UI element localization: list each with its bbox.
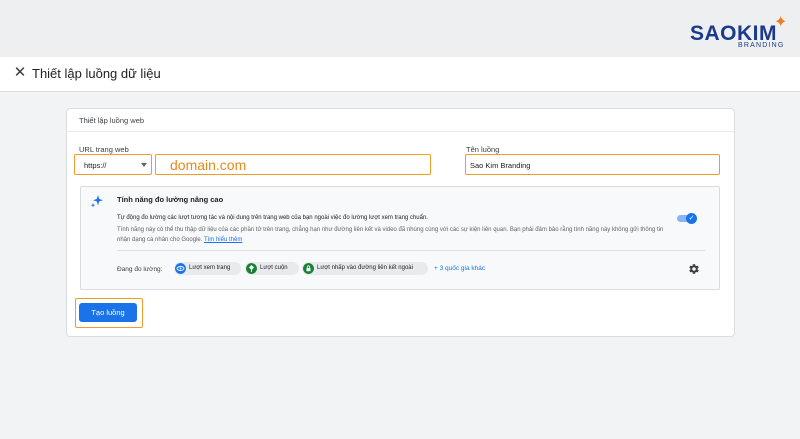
divider [117,250,705,251]
top-band [0,0,800,57]
enhanced-toggle[interactable]: ✓ [677,213,697,224]
page-title: Thiết lập luồng dữ liệu [32,66,161,81]
enhanced-description-text: Tính năng này có thể thu thập dữ liệu củ… [117,227,664,243]
check-icon: ✓ [686,213,697,224]
chip-page-views: Lượt xem trang [174,262,241,275]
close-icon[interactable]: ✕ [12,65,28,81]
lock-icon [303,263,314,274]
protocol-select[interactable]: https:// [74,154,152,175]
create-stream-button[interactable]: Tạo luồng [79,303,137,322]
learn-more-link[interactable]: Tìm hiểu thêm [204,237,242,243]
eye-icon [175,263,186,274]
domain-value: domain.com [170,157,247,173]
chip-scrolls: Lượt cuộn [245,262,299,275]
card-header: Thiết lập luồng web [67,109,734,132]
measuring-label: Đang đo lường: [117,266,163,273]
stream-name-label: Tên luồng [466,145,500,154]
stream-name-value: Sao Kim Branding [470,161,531,170]
chevron-down-icon [141,163,147,167]
sparkle-icon [90,195,103,208]
scroll-icon [246,263,257,274]
more-link[interactable]: + 3 quốc gia khác [434,265,485,272]
chip-label: Lượt cuộn [260,265,288,271]
stream-name-input[interactable]: Sao Kim Branding [465,154,720,175]
chip-label: Lượt nhấp vào đường liên kết ngoài [317,265,413,271]
gear-icon[interactable] [688,263,700,275]
saokim-logo: SAOKIM BRANDING ✦ [690,14,790,52]
domain-input[interactable]: domain.com [155,154,431,175]
card-title: Thiết lập luồng web [79,116,145,125]
url-label: URL trang web [79,145,129,154]
logo-sub-text: BRANDING [738,42,785,49]
chip-label: Lượt xem trang [189,265,231,271]
enhanced-description: Tự động đo lường các lượt tương tác và n… [117,215,428,221]
logo-star-icon: ✦ [774,14,788,31]
protocol-value: https:// [84,161,107,170]
enhanced-description-detail: Tính năng này có thể thu thập dữ liệu củ… [117,225,672,245]
enhanced-title: Tính năng đo lường nâng cao [117,195,224,204]
chip-outbound-clicks: Lượt nhấp vào đường liên kết ngoài [302,262,428,275]
title-bar: ✕ Thiết lập luồng dữ liệu [0,57,800,92]
